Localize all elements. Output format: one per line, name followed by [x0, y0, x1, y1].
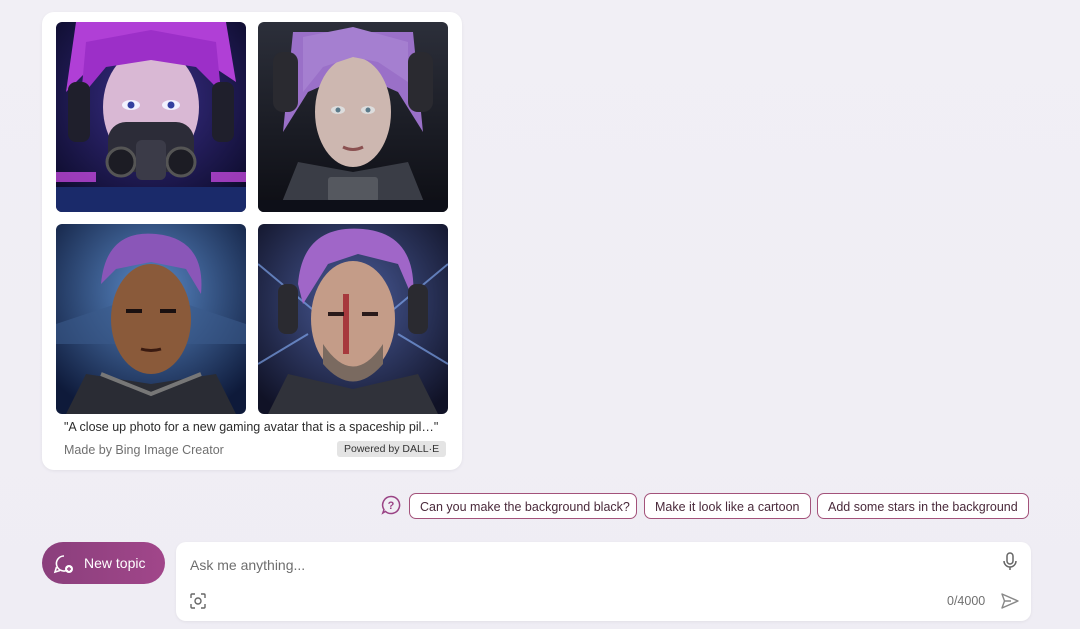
mic-icon[interactable]	[1002, 552, 1018, 572]
powered-by-badge: Powered by DALL·E	[337, 441, 447, 457]
suggestion-chip[interactable]: Can you make the background black?	[409, 493, 637, 519]
suggestion-chip[interactable]: Add some stars in the background	[817, 493, 1029, 519]
suggestion-chip[interactable]: Make it look like a cartoon	[644, 493, 811, 519]
image-result-card: "A close up photo for a new gaming avata…	[42, 12, 462, 470]
chat-input[interactable]	[188, 553, 972, 577]
svg-text:?: ?	[388, 500, 395, 512]
generated-image-1[interactable]	[56, 22, 246, 212]
image-prompt-caption: "A close up photo for a new gaming avata…	[64, 420, 439, 434]
question-icon[interactable]: ?	[381, 495, 401, 515]
generated-image-2[interactable]	[258, 22, 448, 212]
visual-search-icon[interactable]	[189, 592, 207, 610]
generated-image-4[interactable]	[258, 224, 448, 414]
broom-chat-icon	[53, 553, 75, 575]
generated-image-3[interactable]	[56, 224, 246, 414]
made-by-label[interactable]: Made by Bing Image Creator	[64, 443, 224, 457]
char-counter: 0/4000	[947, 594, 986, 608]
chat-composer: 0/4000	[176, 542, 1031, 621]
new-topic-button[interactable]: New topic	[42, 542, 165, 584]
new-topic-label: New topic	[84, 555, 146, 571]
chat-page: "A close up photo for a new gaming avata…	[0, 0, 1080, 629]
send-icon[interactable]	[1000, 591, 1020, 611]
